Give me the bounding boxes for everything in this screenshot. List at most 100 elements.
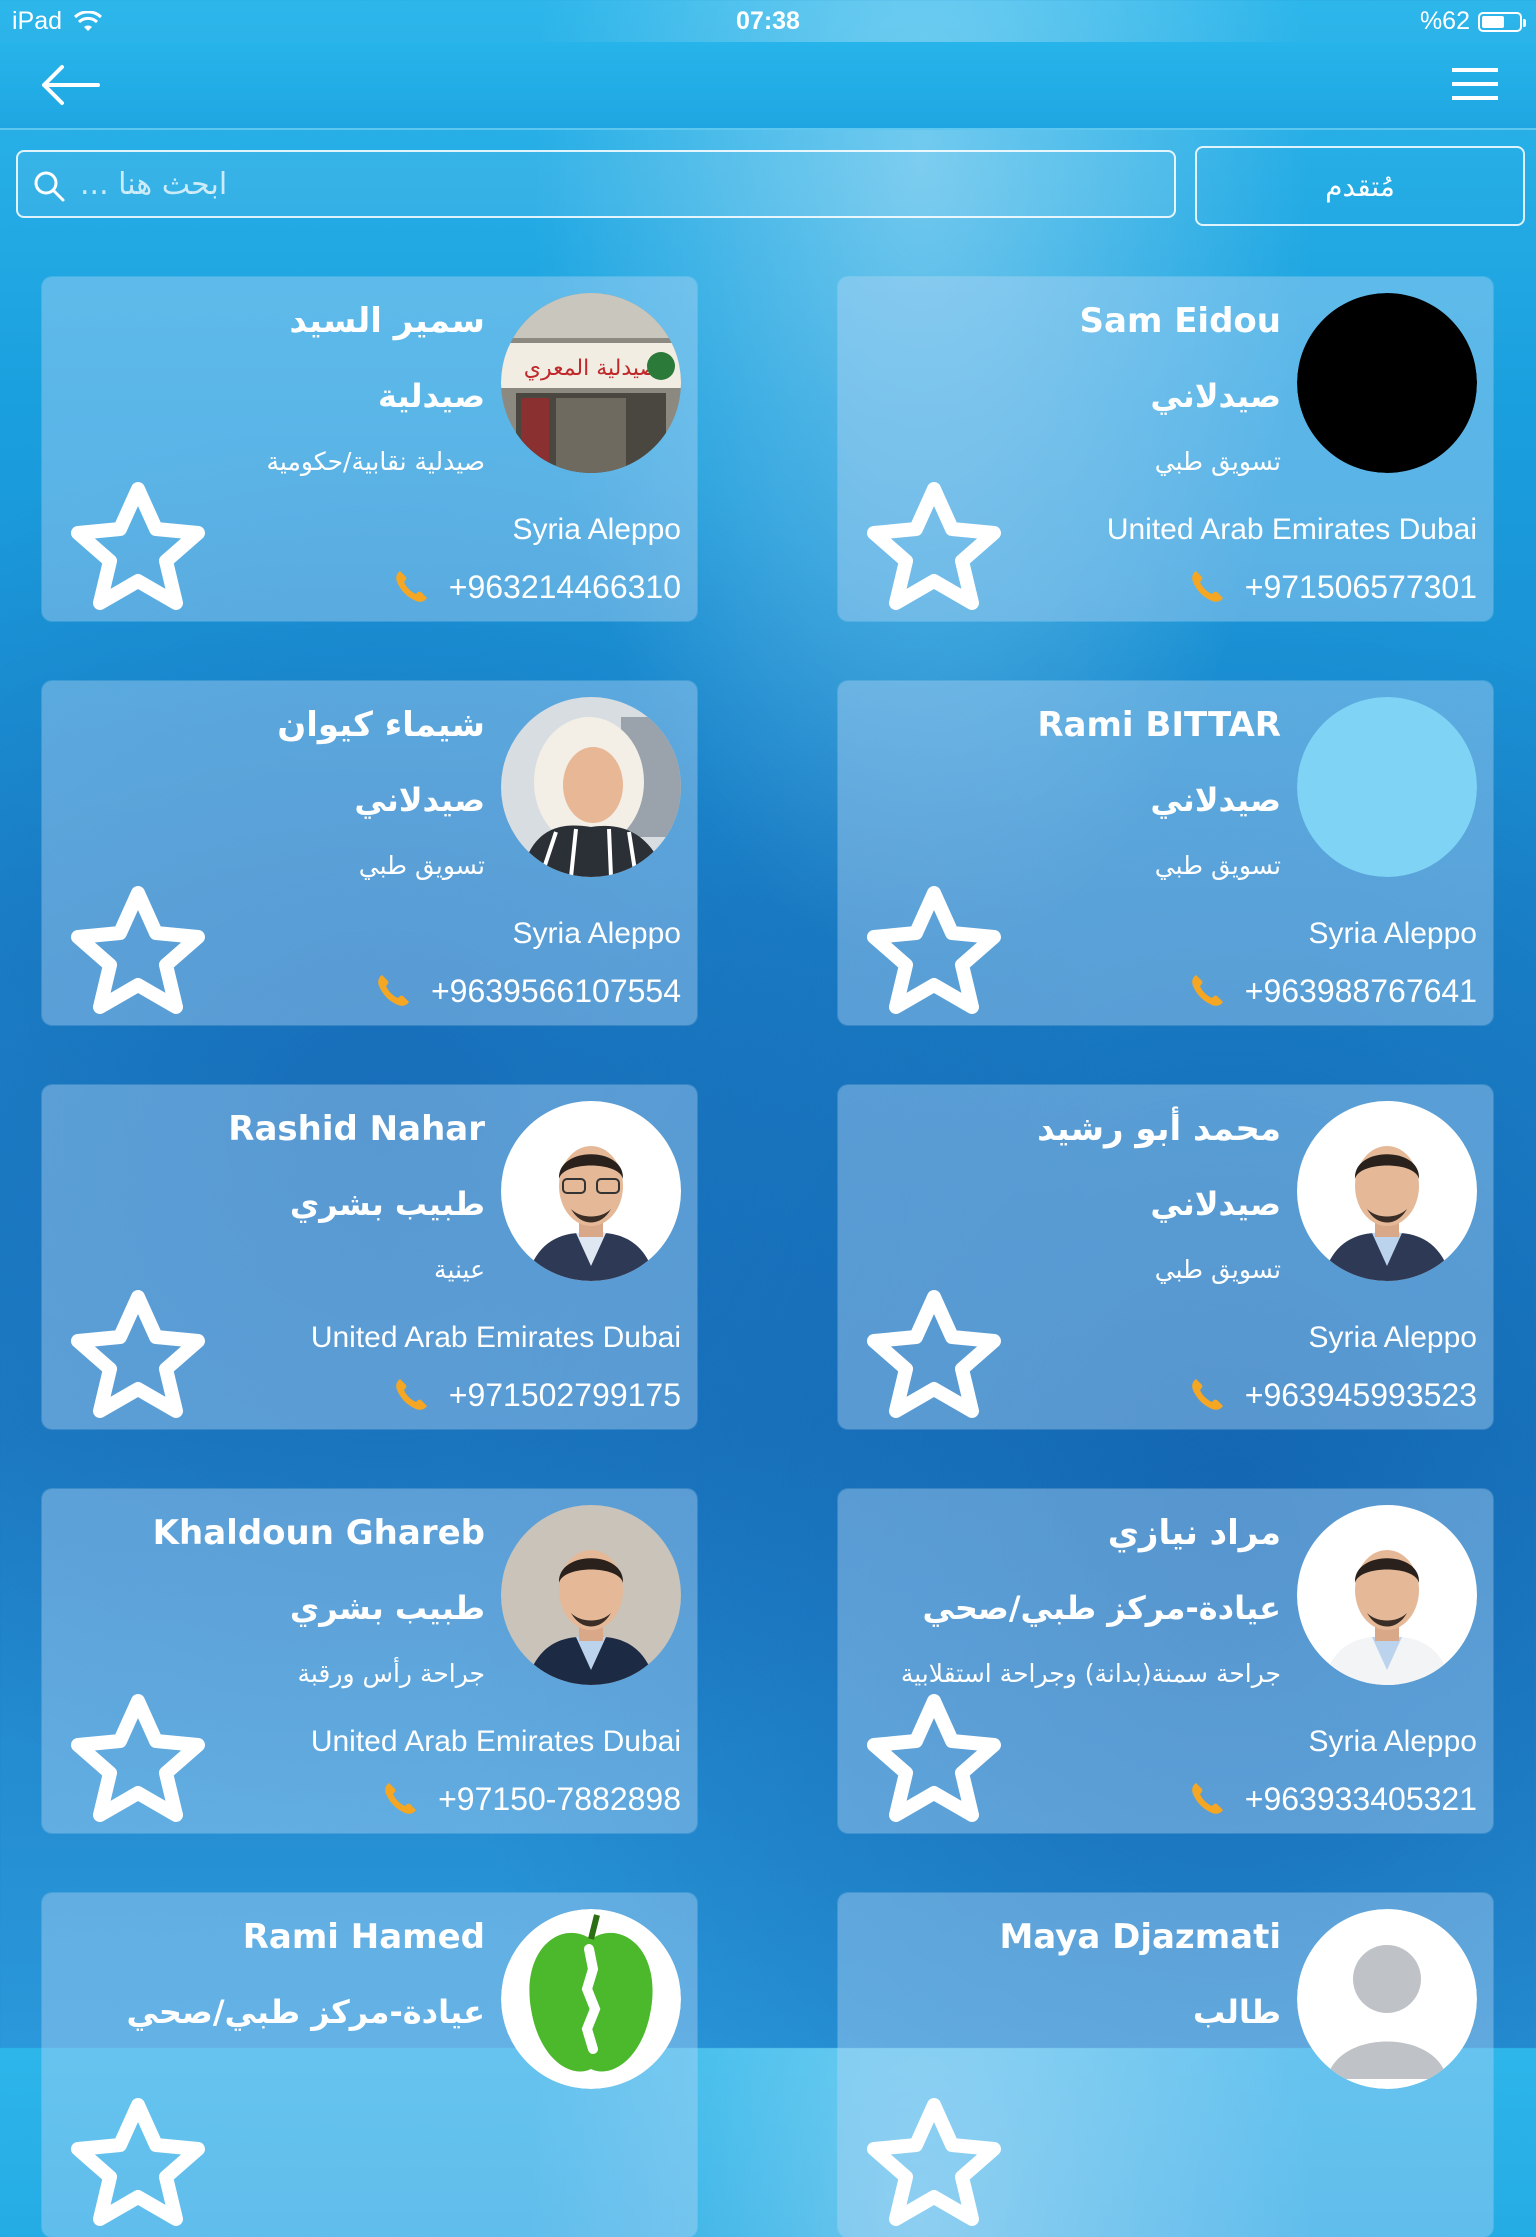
contact-specialty: جراحة سمنة(بدانة) وجراحة استقلابية	[900, 1659, 1281, 1688]
contact-card[interactable]: Maya Djazmati طالب	[838, 1893, 1493, 2237]
contact-card[interactable]: Sam Eidou صيدلاني تسويق طبي United Arab …	[838, 277, 1493, 621]
phone-row[interactable]: +963945993523	[1187, 1375, 1477, 1415]
favorite-star-icon[interactable]	[866, 481, 1002, 613]
contact-specialty: تسويق طبي	[1154, 1255, 1281, 1284]
favorite-star-icon[interactable]	[70, 885, 206, 1017]
contact-phone[interactable]: +971506577301	[1245, 569, 1477, 606]
phone-row[interactable]: +971506577301	[1187, 567, 1477, 607]
contact-specialty: تسويق طبي	[1154, 447, 1281, 476]
search-icon	[34, 171, 65, 202]
contact-title: صيدلية	[378, 377, 485, 415]
contact-name: Rashid Nahar	[228, 1109, 485, 1149]
phone-icon[interactable]	[391, 567, 431, 607]
phone-row[interactable]: +963933405321	[1187, 1779, 1477, 1819]
favorite-star-icon[interactable]	[70, 2097, 206, 2229]
battery-percent: %62	[1419, 7, 1470, 35]
phone-row[interactable]: +963214466310	[391, 567, 681, 607]
phone-row[interactable]: +971502799175	[391, 1375, 681, 1415]
contact-specialty: تسويق طبي	[358, 851, 485, 880]
contact-card[interactable]: Khaldoun Ghareb طبيب بشري جراحة رأس ورقب…	[42, 1489, 697, 1833]
avatar	[501, 697, 681, 877]
contact-phone[interactable]: +97150-7882898	[438, 1781, 681, 1818]
advanced-search-button[interactable]: مُتقدم	[1195, 146, 1525, 226]
phone-row[interactable]: +9639566107554	[373, 971, 681, 1011]
contact-location: United Arab Emirates Dubai	[1106, 513, 1477, 546]
phone-icon[interactable]	[623, 2183, 663, 2223]
battery-icon	[1478, 11, 1526, 32]
phone-row[interactable]	[623, 2183, 681, 2223]
contact-phone[interactable]: +963988767641	[1245, 973, 1477, 1010]
avatar	[1297, 293, 1477, 473]
avatar	[1297, 697, 1477, 877]
battery-fill	[1482, 15, 1505, 28]
avatar	[1297, 1505, 1477, 1685]
contact-name: مراد نيازي	[1107, 1513, 1281, 1553]
avatar	[1297, 1101, 1477, 1281]
contact-location: Syria Aleppo	[512, 513, 681, 546]
contact-name: سمير السيد	[289, 301, 485, 341]
phone-icon[interactable]	[380, 1779, 420, 1819]
contact-card[interactable]: صيدلية المعري سمير السيد صيدلية صيدلية ن…	[42, 277, 697, 621]
contact-phone[interactable]: +963214466310	[449, 569, 681, 606]
contact-location: United Arab Emirates Dubai	[310, 1725, 681, 1758]
avatar	[501, 1505, 681, 1685]
phone-icon[interactable]	[1187, 1375, 1227, 1415]
contact-title: صيدلاني	[354, 781, 485, 819]
contact-title: طبيب بشري	[289, 1185, 485, 1223]
contact-location: Syria Aleppo	[512, 917, 681, 950]
phone-icon[interactable]	[373, 971, 413, 1011]
contact-name: Rami BITTAR	[1037, 705, 1281, 745]
contact-card[interactable]: Rami Hamed عيادة-مركز طبي/صحي	[42, 1893, 697, 2237]
back-arrow-icon[interactable]	[36, 60, 102, 110]
avatar: صيدلية المعري	[501, 293, 681, 473]
contact-specialty: صيدلية نقابية/حكومية	[266, 447, 485, 476]
search-input[interactable]	[78, 152, 1158, 216]
phone-icon[interactable]	[1187, 971, 1227, 1011]
phone-row[interactable]: +963988767641	[1187, 971, 1477, 1011]
contact-location: Syria Aleppo	[1308, 1725, 1477, 1758]
contact-name: محمد أبو رشيد	[1037, 1109, 1281, 1149]
contact-title: طبيب بشري	[289, 1589, 485, 1627]
phone-row[interactable]: +97150-7882898	[380, 1779, 681, 1819]
avatar	[501, 1101, 681, 1281]
contact-phone[interactable]: +971502799175	[449, 1377, 681, 1414]
contact-location: United Arab Emirates Dubai	[310, 1321, 681, 1354]
hamburger-menu-icon[interactable]	[1450, 64, 1500, 104]
phone-icon[interactable]	[1187, 567, 1227, 607]
contact-title: عيادة-مركز طبي/صحي	[126, 1993, 485, 2031]
favorite-star-icon[interactable]	[866, 2097, 1002, 2229]
contact-name: Khaldoun Ghareb	[152, 1513, 485, 1553]
contact-title: صيدلاني	[1150, 781, 1281, 819]
contact-phone[interactable]: +9639566107554	[431, 973, 681, 1010]
contact-card[interactable]: شيماء كيوان صيدلاني تسويق طبي Syria Alep…	[42, 681, 697, 1025]
avatar	[501, 1909, 681, 2089]
contact-specialty: جراحة رأس ورقبة	[297, 1659, 485, 1688]
contact-phone[interactable]: +963945993523	[1245, 1377, 1477, 1414]
favorite-star-icon[interactable]	[866, 885, 1002, 1017]
favorite-star-icon[interactable]	[866, 1289, 1002, 1421]
contact-specialty: عينية	[434, 1255, 485, 1284]
contact-card[interactable]: محمد أبو رشيد صيدلاني تسويق طبي Syria Al…	[838, 1085, 1493, 1429]
contact-card[interactable]: Rami BITTAR صيدلاني تسويق طبي Syria Alep…	[838, 681, 1493, 1025]
favorite-star-icon[interactable]	[70, 1289, 206, 1421]
favorite-star-icon[interactable]	[866, 1693, 1002, 1825]
phone-icon[interactable]	[1419, 2183, 1459, 2223]
phone-icon[interactable]	[1187, 1779, 1227, 1819]
contact-card[interactable]: مراد نيازي عيادة-مركز طبي/صحي جراحة سمنة…	[838, 1489, 1493, 1833]
contact-name: Rami Hamed	[242, 1917, 485, 1957]
contact-specialty: تسويق طبي	[1154, 851, 1281, 880]
phone-icon[interactable]	[391, 1375, 431, 1415]
avatar	[1297, 1909, 1477, 2089]
contact-name: Maya Djazmati	[999, 1917, 1281, 1957]
phone-row[interactable]	[1419, 2183, 1477, 2223]
favorite-star-icon[interactable]	[70, 1693, 206, 1825]
contact-location: Syria Aleppo	[1308, 917, 1477, 950]
contact-title: صيدلاني	[1150, 1185, 1281, 1223]
contact-location: Syria Aleppo	[1308, 1321, 1477, 1354]
favorite-star-icon[interactable]	[70, 481, 206, 613]
contact-card[interactable]: Rashid Nahar طبيب بشري عينية United Arab…	[42, 1085, 697, 1429]
app-header	[0, 42, 1536, 130]
contact-phone[interactable]: +963933405321	[1245, 1781, 1477, 1818]
status-time: 07:38	[736, 7, 800, 35]
contact-title: صيدلاني	[1150, 377, 1281, 415]
